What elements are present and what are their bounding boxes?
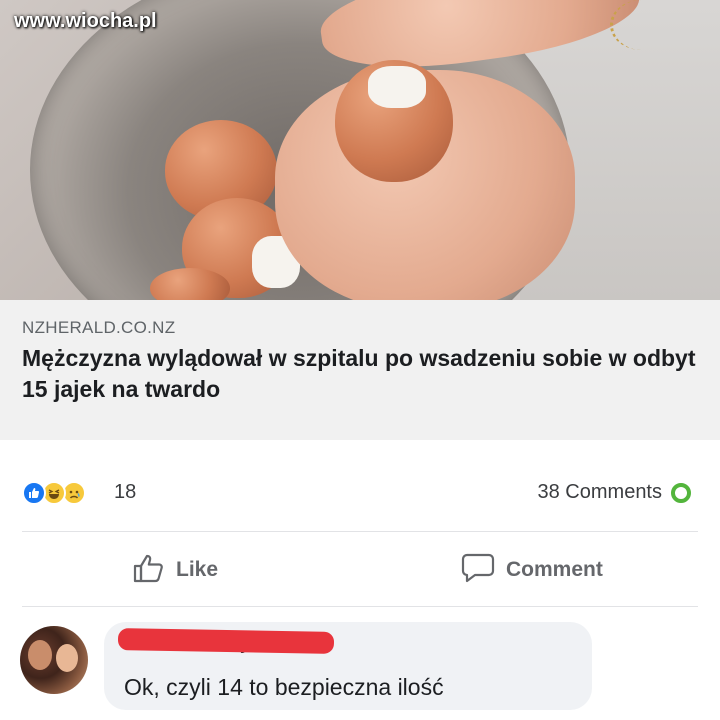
comment-label: Comment [506,558,603,581]
peeled-shell [368,66,426,108]
like-label: Like [176,558,219,581]
link-domain: NZHERALD.CO.NZ [22,318,176,337]
like-button[interactable]: Like [132,552,218,588]
comment-text: Ok, czyli 14 to bezpieczna ilość [124,674,444,700]
speech-bubble-icon [460,552,496,589]
like-reaction-icon [22,481,46,505]
avatar[interactable] [20,626,88,694]
egg [150,268,230,300]
divider [22,606,698,607]
divider [22,531,698,532]
redaction-scribble [117,628,335,654]
reaction-count[interactable]: 18 [114,481,136,504]
link-title[interactable]: Mężczyzna wylądował w szpitalu po wsadze… [22,343,712,405]
comments-count[interactable]: 38 Comments [538,481,663,504]
bracelet [610,0,673,50]
avatar-face [28,640,52,670]
comment-button[interactable]: Comment [460,552,603,588]
post-photo[interactable] [0,0,720,300]
avatar-face [56,644,78,672]
thumbs-up-icon [132,552,166,589]
site-watermark: www.wiocha.pl [14,10,157,32]
online-status-icon [671,483,691,503]
